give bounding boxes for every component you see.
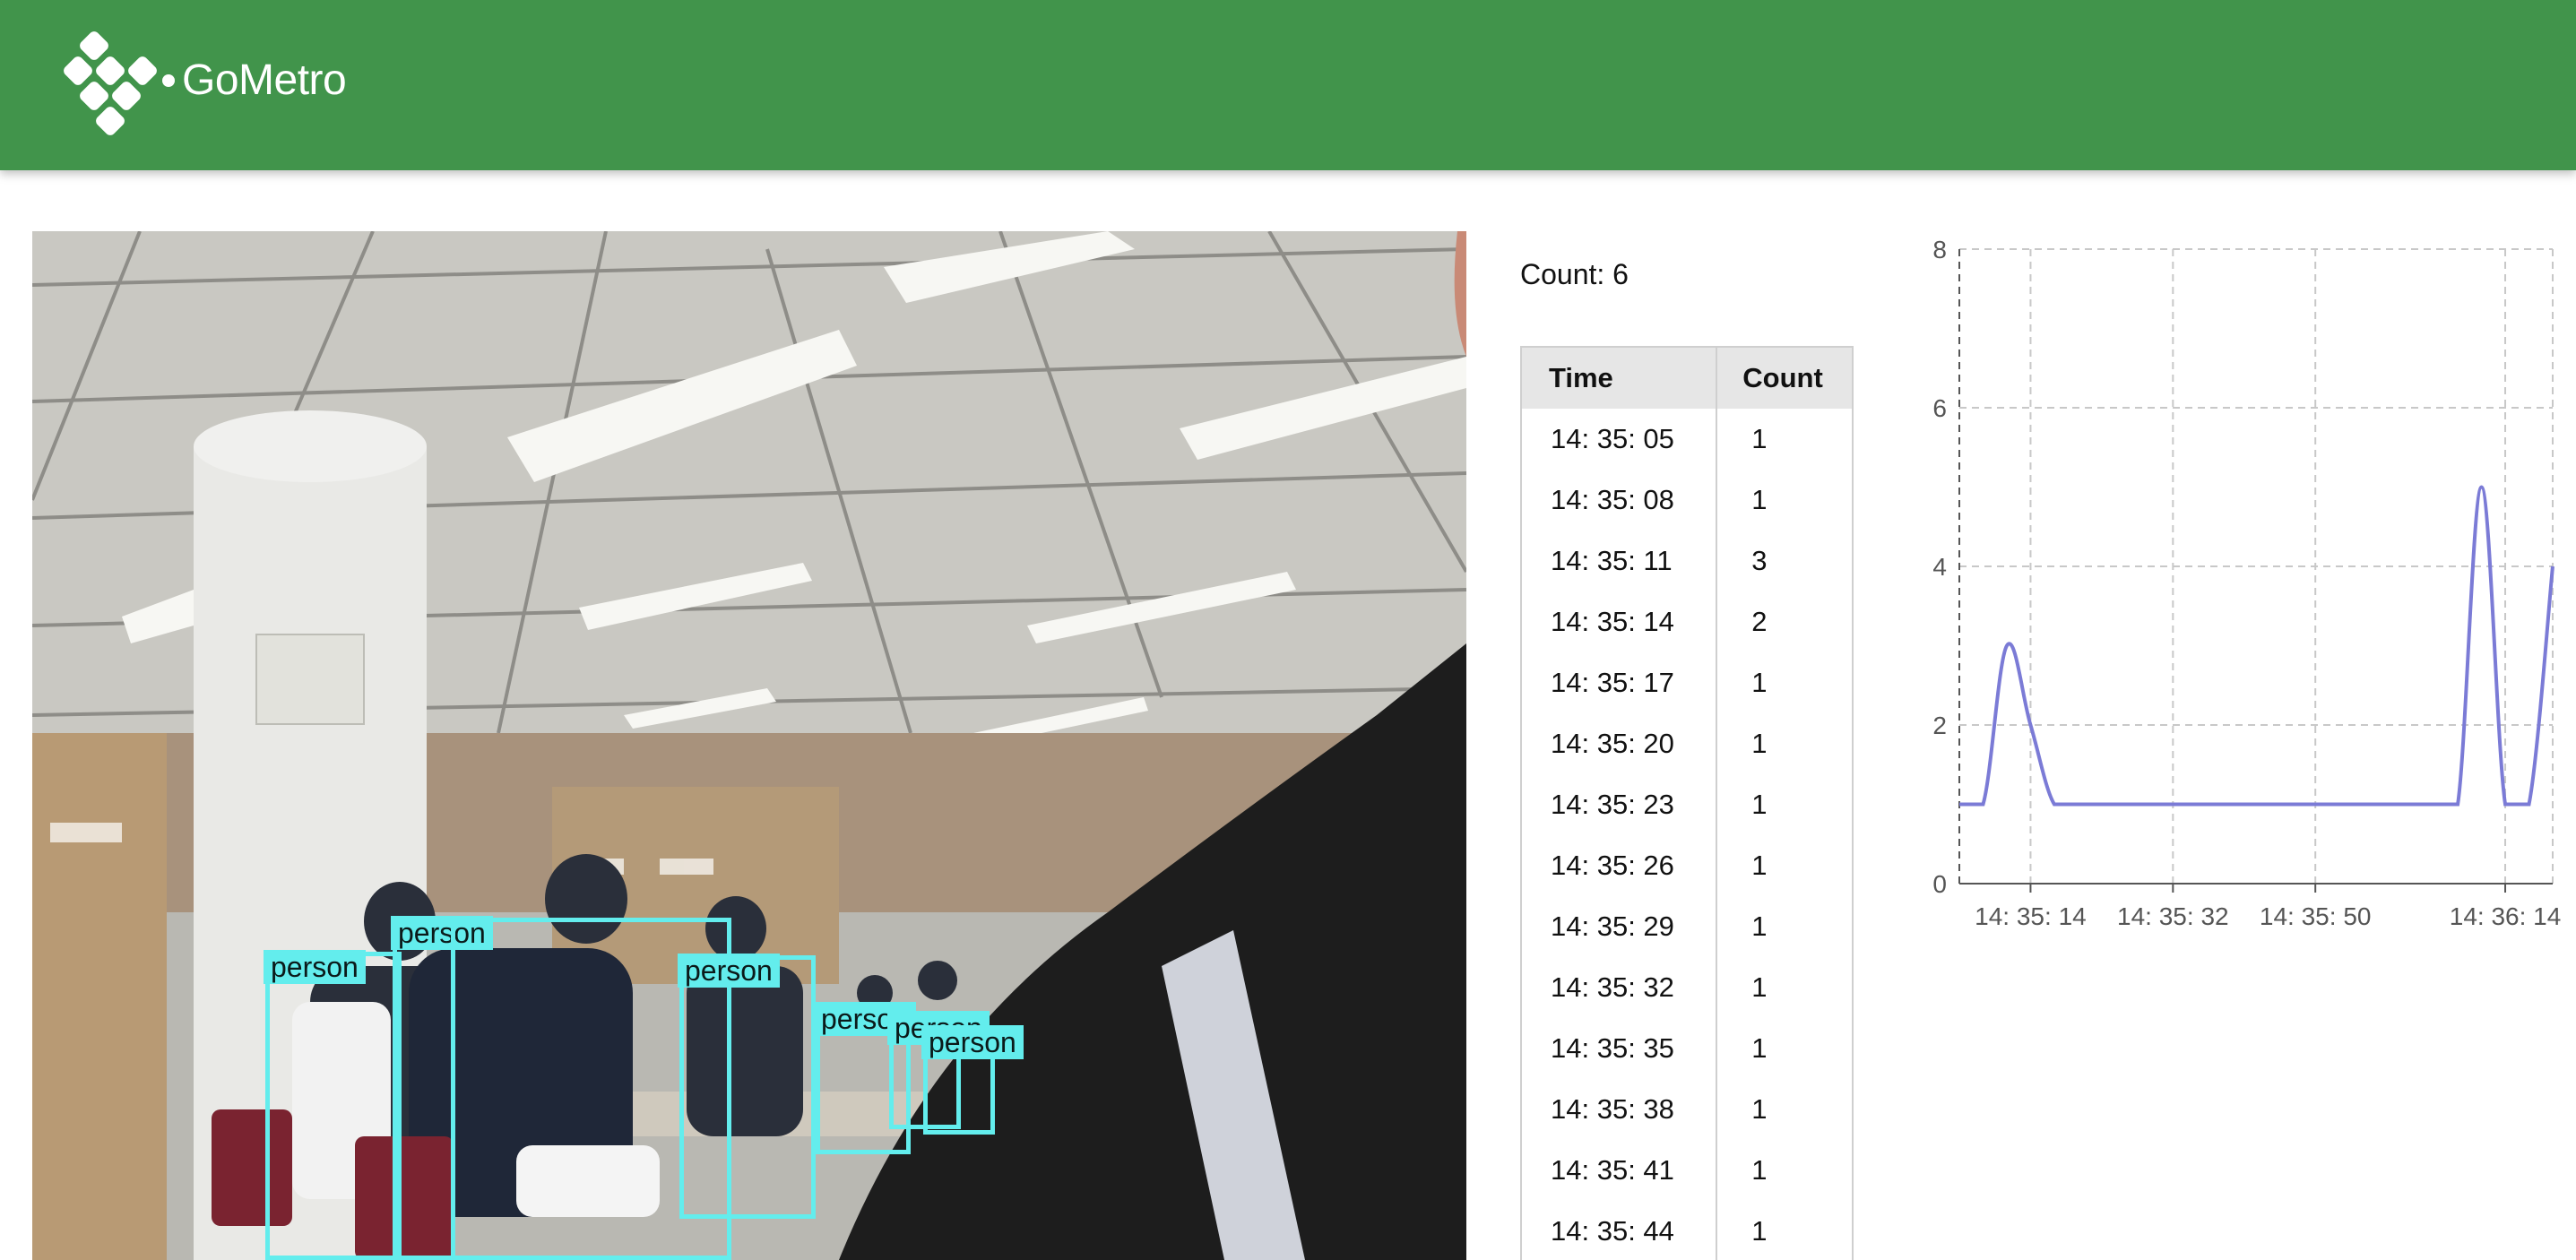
y-tick-label: 2 xyxy=(1932,712,1947,739)
table-row: 14: 35: 11 3 xyxy=(1522,531,1852,591)
count-cell: 1 xyxy=(1751,1154,1768,1186)
camera-feed: person person person person person perso… xyxy=(32,231,1466,1260)
y-tick-label: 6 xyxy=(1932,394,1947,422)
y-tick-label: 8 xyxy=(1932,236,1947,263)
table-row: 14: 35: 44 1 xyxy=(1522,1201,1852,1260)
table-row: 14: 35: 32 1 xyxy=(1522,957,1852,1018)
detection-box xyxy=(265,952,402,1260)
y-tick-label: 4 xyxy=(1932,553,1947,581)
table-row: 14: 35: 26 1 xyxy=(1522,835,1852,896)
detection-label: person xyxy=(264,950,366,984)
count-cell: 2 xyxy=(1751,606,1768,637)
x-tick-label: 14: 35: 32 xyxy=(2117,902,2229,930)
time-cell: 14: 35: 20 xyxy=(1522,713,1718,774)
time-cell: 14: 35: 38 xyxy=(1522,1079,1718,1140)
app-header: GoMetro xyxy=(0,0,2576,170)
count-line-chart: 0 2 4 6 8 14: 35: 14 14: 35: 32 14: 35: 50 14: 3… xyxy=(1932,236,2562,930)
table-row: 14: 35: 23 1 xyxy=(1522,774,1852,835)
series-line xyxy=(1959,485,2554,807)
column-header-time: Time xyxy=(1522,348,1718,409)
x-tick-label: 14: 35: 50 xyxy=(2260,902,2372,930)
time-cell: 14: 35: 23 xyxy=(1522,774,1718,835)
x-tick-label: 14: 36: 14 xyxy=(2450,902,2562,930)
detection-label: person xyxy=(678,954,780,988)
count-cell: 1 xyxy=(1751,1032,1768,1064)
time-cell: 14: 35: 35 xyxy=(1522,1018,1718,1079)
count-cell: 1 xyxy=(1751,728,1768,759)
x-tick-label: 14: 35: 14 xyxy=(1975,902,2087,930)
time-cell: 14: 35: 14 xyxy=(1522,591,1718,652)
count-history-table: Time Count 14: 35: 05 1 14: 35: 08 1 14: 3… xyxy=(1520,346,1854,1260)
gometro-logo-icon[interactable] xyxy=(56,25,177,138)
time-cell: 14: 35: 44 xyxy=(1522,1201,1718,1260)
table-row: 14: 35: 08 1 xyxy=(1522,470,1852,531)
count-cell: 1 xyxy=(1751,1093,1768,1125)
time-cell: 14: 35: 29 xyxy=(1522,896,1718,957)
table-row: 14: 35: 29 1 xyxy=(1522,896,1852,957)
brand-name[interactable]: GoMetro xyxy=(182,56,347,105)
count-cell: 1 xyxy=(1751,971,1768,1003)
table-row: 14: 35: 41 1 xyxy=(1522,1140,1852,1201)
time-cell: 14: 35: 11 xyxy=(1522,531,1718,591)
column-header-count: Count xyxy=(1716,348,1852,409)
table-row: 14: 35: 17 1 xyxy=(1522,652,1852,713)
time-cell: 14: 35: 32 xyxy=(1522,957,1718,1018)
count-cell: 1 xyxy=(1751,789,1768,820)
time-cell: 14: 35: 17 xyxy=(1522,652,1718,713)
table-header-row: Time Count xyxy=(1522,348,1852,409)
time-cell: 14: 35: 41 xyxy=(1522,1140,1718,1201)
y-tick-label: 0 xyxy=(1932,870,1947,898)
detection-box xyxy=(679,955,816,1219)
table-row: 14: 35: 20 1 xyxy=(1522,713,1852,774)
count-cell: 1 xyxy=(1751,484,1768,515)
table-row: 14: 35: 35 1 xyxy=(1522,1018,1852,1079)
count-cell: 1 xyxy=(1751,1215,1768,1247)
table-row: 14: 35: 14 2 xyxy=(1522,591,1852,652)
current-count: Count: 6 xyxy=(1520,258,1629,290)
time-cell: 14: 35: 08 xyxy=(1522,470,1718,531)
detection-box xyxy=(393,918,455,1260)
time-cell: 14: 35: 26 xyxy=(1522,835,1718,896)
count-cell: 1 xyxy=(1751,850,1768,881)
time-cell: 14: 35: 05 xyxy=(1522,409,1718,470)
count-cell: 1 xyxy=(1751,910,1768,942)
count-cell: 1 xyxy=(1751,423,1768,454)
detection-label: person xyxy=(921,1025,1024,1059)
table-row: 14: 35: 05 1 xyxy=(1522,409,1852,470)
table-row: 14: 35: 38 1 xyxy=(1522,1079,1852,1140)
count-cell: 1 xyxy=(1751,667,1768,698)
count-cell: 3 xyxy=(1751,545,1768,576)
